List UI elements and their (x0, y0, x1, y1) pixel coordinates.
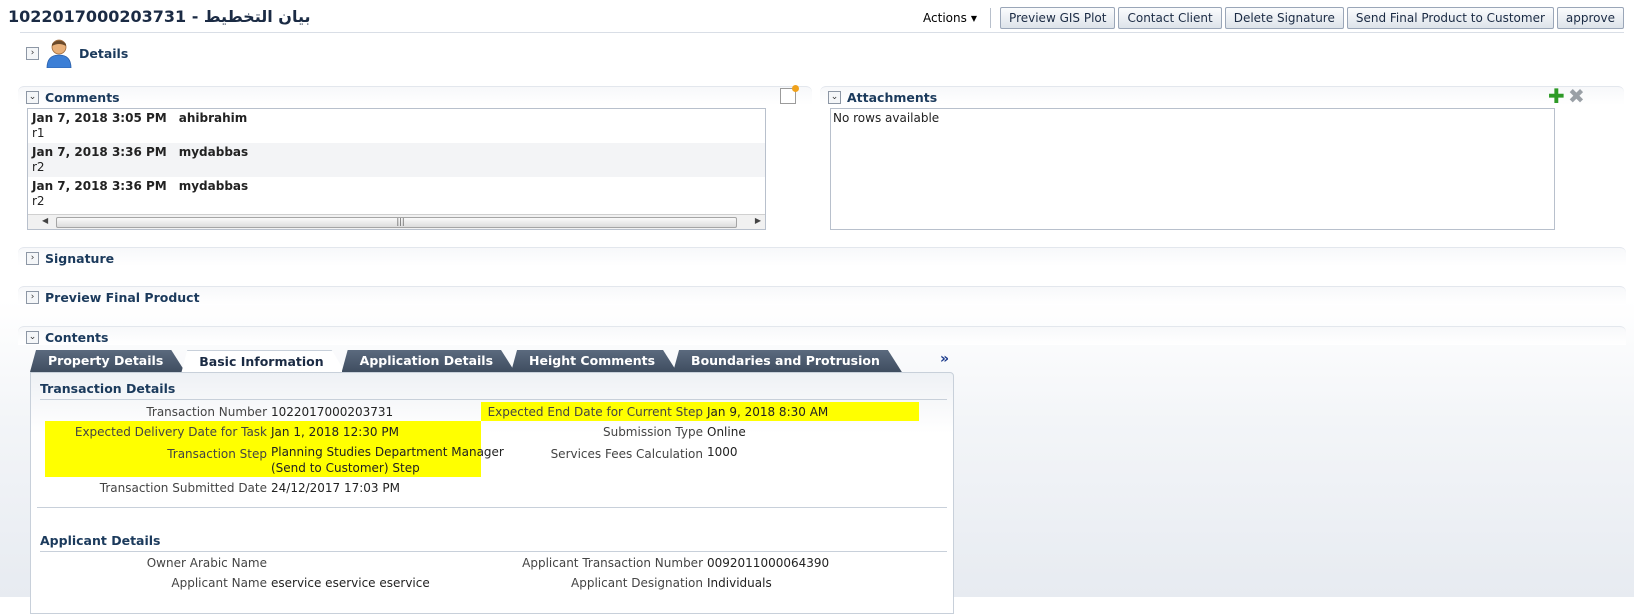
transaction-step-value: Planning Studies Department Manager (271, 445, 504, 459)
attachments-header-bar (820, 86, 1624, 105)
comments-header-bar (18, 86, 812, 105)
actions-label: Actions (923, 11, 967, 25)
comment-text: r2 (32, 194, 45, 208)
toolbar: Actions ▼ Preview GIS Plot Contact Clien… (915, 7, 1624, 29)
comments-title: Comments (45, 90, 120, 105)
services-fees-label: Services Fees Calculation (550, 447, 703, 461)
contents-section-header[interactable]: ⌄ Contents (26, 330, 108, 345)
owner-arabic-name-label: Owner Arabic Name (146, 556, 267, 570)
signature-section-header[interactable]: › Signature (26, 251, 114, 266)
transaction-step-label: Transaction Step (167, 447, 267, 461)
approve-button[interactable]: approve (1556, 7, 1624, 29)
applicant-details-title: Applicant Details (40, 533, 161, 548)
attachments-list: No rows available (830, 108, 1555, 230)
collapse-icon[interactable]: ⌄ (828, 91, 841, 104)
scroll-right-icon[interactable]: ▶ (755, 216, 761, 225)
tab-property-details[interactable]: Property Details (30, 350, 185, 372)
caret-down-icon: ▼ (970, 13, 978, 23)
comment-user: ahibrahim (178, 111, 248, 125)
user-avatar-icon (46, 39, 72, 68)
contact-client-button[interactable]: Contact Client (1118, 7, 1222, 29)
expected-delivery-value: Jan 1, 2018 12:30 PM (271, 425, 399, 439)
delete-attachment-icon[interactable]: ✖ (1568, 86, 1585, 106)
tab-basic-information[interactable]: Basic Information (181, 350, 345, 373)
submission-type-label: Submission Type (602, 425, 703, 439)
group-divider (37, 507, 947, 508)
applicant-transaction-number-label: Applicant Transaction Number (522, 556, 703, 570)
comment-date: Jan 7, 2018 3:36 PM (32, 145, 167, 159)
submitted-date-value: 24/12/2017 17:03 PM (271, 481, 400, 495)
group-divider (40, 399, 947, 400)
transaction-step-value-line2: (Send to Customer) Step (271, 461, 420, 475)
add-attachment-icon[interactable]: ✚ (1548, 86, 1565, 106)
tab-height-comments[interactable]: Height Comments (511, 350, 677, 372)
comment-user: mydabbas (178, 179, 249, 193)
collapse-icon[interactable]: ⌄ (26, 91, 39, 104)
comments-list: Jan 7, 2018 3:05 PM ahibrahim r1 Jan 7, 2… (27, 108, 766, 230)
group-divider (40, 551, 947, 552)
delete-signature-button[interactable]: Delete Signature (1224, 7, 1344, 29)
header-divider (20, 32, 1624, 33)
signature-header-bar (18, 247, 1626, 266)
preview-header-bar (18, 286, 1626, 305)
actions-menu[interactable]: Actions ▼ (915, 11, 985, 25)
page-title: 1022017000203731 - بيان التخطيط (8, 7, 311, 26)
details-title: Details (79, 45, 129, 61)
details-section-header[interactable]: › Details (26, 38, 128, 68)
comment-text: r2 (32, 160, 45, 174)
tab-application-details[interactable]: Application Details (342, 350, 515, 372)
collapse-icon[interactable]: ⌄ (26, 331, 39, 344)
expand-icon[interactable]: › (26, 291, 39, 304)
transaction-details-title: Transaction Details (40, 381, 176, 396)
transaction-number-value: 1022017000203731 (271, 405, 394, 419)
expected-end-date-value: Jan 9, 2018 8:30 AM (707, 405, 829, 419)
send-final-product-button[interactable]: Send Final Product to Customer (1346, 7, 1554, 29)
applicant-designation-value: Individuals (707, 576, 772, 590)
comment-row: Jan 7, 2018 3:36 PM mydabbas r2 (28, 177, 765, 211)
expected-delivery-label: Expected Delivery Date for Task (74, 425, 267, 439)
preview-final-product-title: Preview Final Product (45, 290, 200, 305)
scroll-left-icon[interactable]: ◀ (42, 216, 48, 225)
basic-information-panel: Transaction Details Transaction Number 1… (30, 372, 954, 614)
comment-text: r1 (32, 126, 45, 140)
expand-icon[interactable]: › (26, 46, 39, 60)
submission-type-value: Online (707, 425, 746, 439)
attachments-title: Attachments (847, 90, 938, 105)
preview-gis-plot-button[interactable]: Preview GIS Plot (1000, 7, 1116, 29)
comment-row: Jan 7, 2018 3:36 PM mydabbas r2 (28, 143, 765, 177)
applicant-transaction-number-value: 0092011000064390 (707, 556, 830, 570)
comment-user: mydabbas (178, 145, 249, 159)
horizontal-scrollbar[interactable]: ◀ ||| ▶ (28, 214, 765, 229)
toolbar-separator (990, 8, 992, 28)
applicant-name-value: eservice eservice eservice (271, 576, 430, 590)
more-tabs-icon[interactable]: » (940, 351, 949, 367)
comment-date: Jan 7, 2018 3:36 PM (32, 179, 167, 193)
expected-end-date-label: Expected End Date for Current Step (487, 405, 703, 419)
empty-message: No rows available (833, 111, 940, 125)
transaction-number-label: Transaction Number (146, 405, 267, 419)
services-fees-value: 1000 (707, 445, 738, 459)
add-comment-icon[interactable] (780, 85, 799, 104)
scrollbar-thumb[interactable]: ||| (56, 217, 737, 228)
comment-row: Jan 7, 2018 3:05 PM ahibrahim r1 (28, 109, 765, 143)
signature-title: Signature (45, 251, 115, 266)
tab-bar: Property Details Basic Information Appli… (30, 350, 898, 372)
expand-icon[interactable]: › (26, 252, 39, 265)
submitted-date-label: Transaction Submitted Date (99, 481, 267, 495)
attachments-section-header[interactable]: ⌄ Attachments (828, 90, 937, 105)
contents-header-bar (18, 326, 1626, 345)
preview-final-product-section-header[interactable]: › Preview Final Product (26, 290, 200, 305)
applicant-designation-label: Applicant Designation (571, 576, 703, 590)
contents-title: Contents (45, 330, 109, 345)
grip-icon: ||| (396, 217, 405, 226)
comment-date: Jan 7, 2018 3:05 PM (32, 111, 167, 125)
applicant-name-label: Applicant Name (171, 576, 267, 590)
tab-boundaries-and-protrusion[interactable]: Boundaries and Protrusion (673, 350, 902, 372)
comments-section-header[interactable]: ⌄ Comments (26, 90, 120, 105)
